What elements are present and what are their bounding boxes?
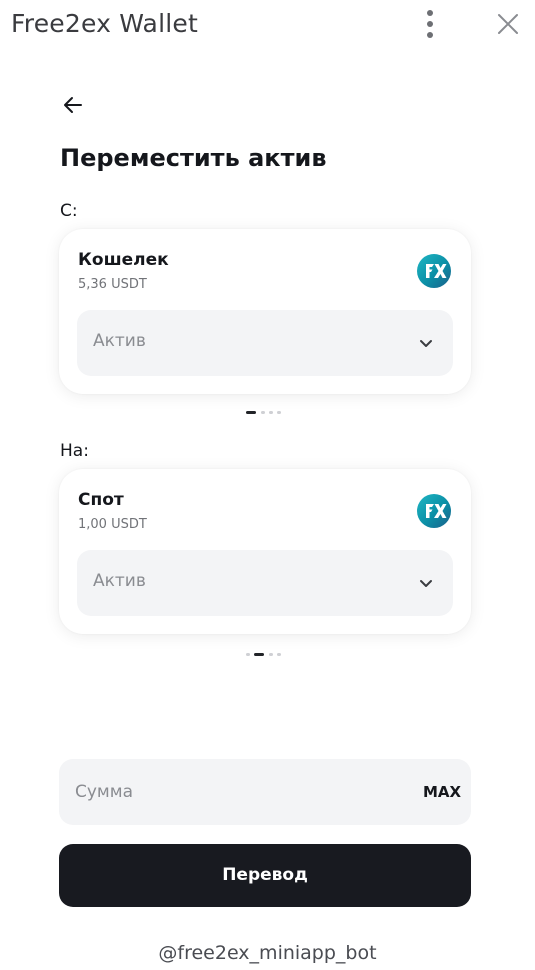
free2ex-logo-icon [417,494,451,528]
to-account-card[interactable]: Спот 1,00 USDT Актив [59,469,471,634]
window-titlebar: Free2ex Wallet [0,0,535,50]
from-account-card[interactable]: Кошелек 5,36 USDT Актив [59,229,471,394]
pager-dot[interactable] [261,411,265,414]
pager-dot[interactable] [246,653,250,656]
from-asset-select[interactable]: Актив [77,310,453,376]
pager-dot[interactable] [254,653,264,656]
app-title: Free2ex Wallet [11,9,198,38]
close-icon [498,14,518,34]
transfer-button[interactable]: Перевод [59,844,471,907]
amount-field[interactable]: MAX [59,759,471,825]
amount-input[interactable] [75,777,395,807]
from-label: С: [60,201,78,221]
to-account-balance: 1,00 USDT [78,517,147,532]
from-account-name: Кошелек [78,250,169,270]
pager-dot[interactable] [269,411,273,414]
from-asset-placeholder: Актив [93,331,146,351]
pager-dot[interactable] [277,411,281,414]
close-button[interactable] [494,10,522,38]
to-asset-placeholder: Актив [93,571,146,591]
from-carousel-pager[interactable] [246,410,286,416]
from-account-balance: 5,36 USDT [78,277,147,292]
max-button[interactable]: MAX [423,783,461,801]
chevron-down-icon [420,340,432,347]
more-vertical-icon [427,10,433,16]
to-label: На: [60,441,89,461]
page-title: Переместить актив [60,144,327,172]
arrow-left-icon [64,97,82,113]
pager-dot[interactable] [277,653,281,656]
free2ex-logo-icon [417,254,451,288]
to-carousel-pager[interactable] [246,652,286,658]
chevron-down-icon [420,580,432,587]
pager-dot[interactable] [269,653,273,656]
back-button[interactable] [60,92,86,118]
bot-handle: @free2ex_miniapp_bot [158,942,377,964]
to-asset-select[interactable]: Актив [77,550,453,616]
to-account-name: Спот [78,490,124,510]
more-menu-button[interactable] [418,8,442,40]
pager-dot[interactable] [246,411,256,414]
